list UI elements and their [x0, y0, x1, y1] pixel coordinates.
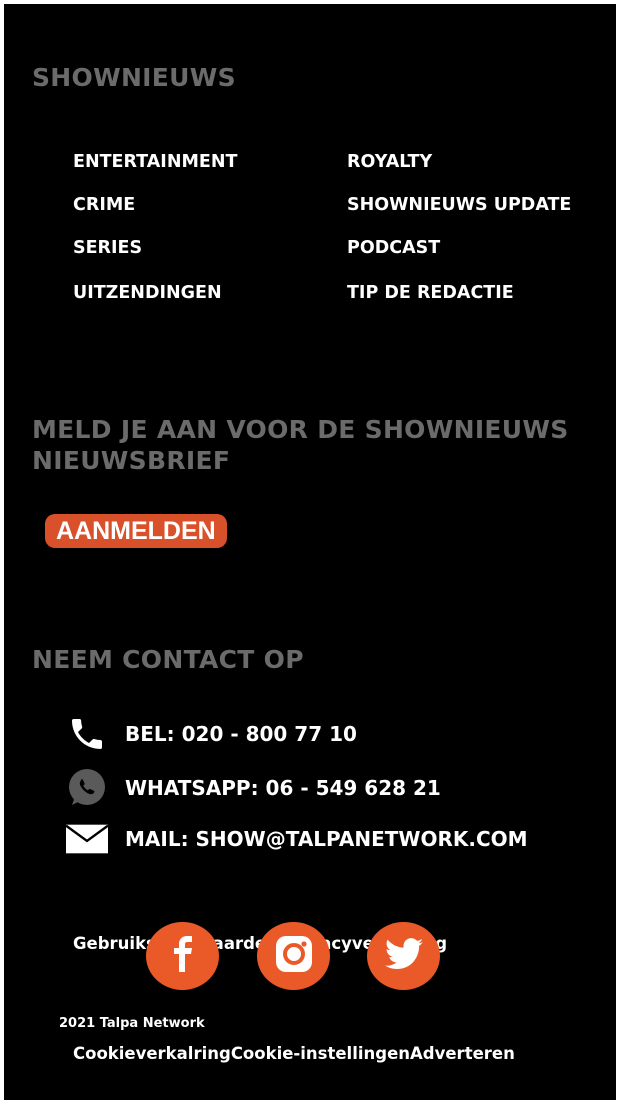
nav-link-uitzendingen[interactable]: UITZENDINGEN [73, 282, 222, 304]
contact-whatsapp[interactable]: WHATSAPP: 06 - 549 628 21 [66, 767, 441, 809]
mail-address: MAIL: SHOW@TALPANETWORK.COM [125, 827, 528, 851]
phone-icon [66, 713, 108, 755]
footer-panel: SHOWNIEUWS ENTERTAINMENT CRIME SERIES UI… [4, 4, 616, 1100]
nav-link-series[interactable]: SERIES [73, 237, 142, 259]
nav-link-shownieuws-update[interactable]: SHOWNIEUWS UPDATE [347, 194, 571, 216]
contact-mail[interactable]: MAIL: SHOW@TALPANETWORK.COM [66, 818, 528, 860]
newsletter-heading: MELD JE AAN VOOR DE SHOWNIEUWS NIEUWSBRI… [32, 415, 569, 475]
whatsapp-icon [66, 767, 108, 809]
whatsapp-number: WHATSAPP: 06 - 549 628 21 [125, 776, 441, 800]
contact-heading: NEEM CONTACT OP [32, 645, 304, 674]
nav-link-tip-de-redactie[interactable]: TIP DE REDACTIE [347, 282, 514, 304]
cookie-settings-link[interactable]: Cookie-instellingen [231, 1044, 410, 1063]
shownieuws-heading: SHOWNIEUWS [32, 63, 236, 92]
copyright-text: 2021 Talpa Network [59, 1016, 205, 1031]
newsletter-signup-button[interactable]: AANMELDEN [45, 514, 227, 548]
nav-link-podcast[interactable]: PODCAST [347, 237, 440, 259]
nav-link-royalty[interactable]: ROYALTY [347, 151, 432, 173]
facebook-icon [170, 936, 196, 976]
instagram-icon [274, 934, 314, 978]
twitter-button[interactable] [367, 922, 440, 990]
mail-icon [66, 818, 108, 860]
advertise-link[interactable]: Adverteren [410, 1044, 515, 1063]
twitter-icon [384, 938, 423, 974]
nav-link-crime[interactable]: CRIME [73, 194, 135, 216]
facebook-button[interactable] [146, 922, 219, 990]
cookie-statement-link[interactable]: Cookieverkalring [73, 1044, 231, 1063]
footer-bottom-links: CookieverkalringCookie-instellingenAdver… [73, 1044, 515, 1063]
phone-number: BEL: 020 - 800 77 10 [125, 722, 357, 746]
contact-phone[interactable]: BEL: 020 - 800 77 10 [66, 713, 357, 755]
instagram-button[interactable] [257, 922, 330, 990]
nav-link-entertainment[interactable]: ENTERTAINMENT [73, 151, 237, 173]
